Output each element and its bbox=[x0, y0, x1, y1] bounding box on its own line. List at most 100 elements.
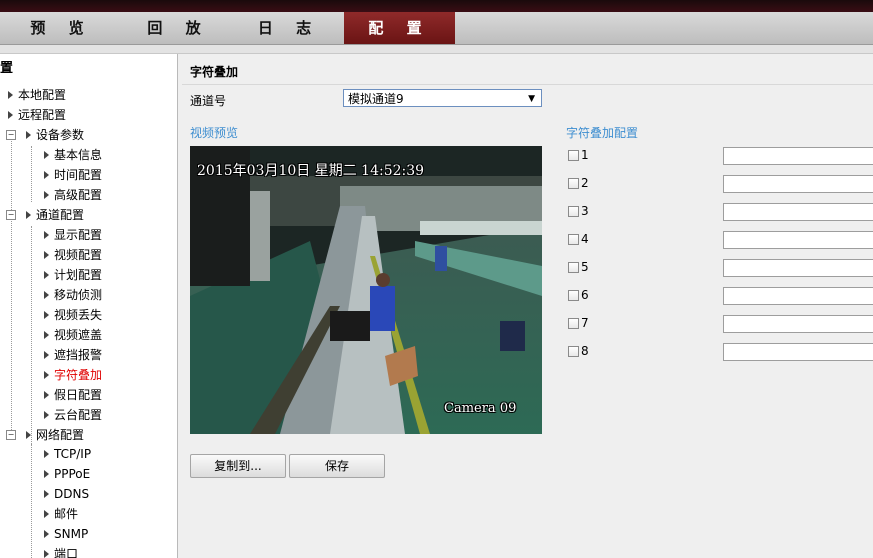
overlay-row-number: 2 bbox=[581, 176, 589, 190]
expand-arrow-icon bbox=[8, 90, 13, 99]
main-nav: 预 览 回 放 日 志 配 置 bbox=[0, 12, 873, 45]
tree-root: 置 bbox=[0, 59, 13, 79]
overlay-text-input[interactable] bbox=[723, 343, 873, 361]
overlay-checkbox[interactable] bbox=[568, 262, 579, 273]
arrow-icon bbox=[44, 330, 49, 339]
arrow-icon bbox=[44, 410, 49, 419]
tree-item-video[interactable]: 视频配置 bbox=[44, 245, 102, 265]
tree-item-email[interactable]: 邮件 bbox=[44, 504, 78, 524]
overlay-text-input[interactable] bbox=[723, 203, 873, 221]
overlay-text-input[interactable] bbox=[723, 259, 873, 277]
tree-item-privacy-mask[interactable]: 视频遮盖 bbox=[44, 325, 102, 345]
channel-select[interactable]: 模拟通道9 ▼ bbox=[343, 89, 542, 107]
tab-log[interactable]: 日 志 bbox=[234, 12, 344, 44]
overlay-row-number: 1 bbox=[581, 148, 589, 162]
tab-preview[interactable]: 预 览 bbox=[0, 12, 123, 44]
preview-label: 视频预览 bbox=[190, 126, 239, 140]
overlay-row-number: 5 bbox=[581, 260, 589, 274]
overlay-checkbox[interactable] bbox=[568, 318, 579, 329]
tree-item-holiday[interactable]: 假日配置 bbox=[44, 385, 102, 405]
expand-arrow-icon bbox=[26, 210, 31, 219]
overlay-checkbox[interactable] bbox=[568, 150, 579, 161]
arrow-icon bbox=[44, 150, 49, 159]
tree-item-schedule[interactable]: 计划配置 bbox=[44, 265, 102, 285]
arrow-icon bbox=[44, 170, 49, 179]
overlay-text-input[interactable] bbox=[723, 231, 873, 249]
tree-item-device[interactable]: 设备参数 bbox=[26, 125, 84, 145]
arrow-icon bbox=[44, 390, 49, 399]
tab-config[interactable]: 配 置 bbox=[344, 12, 455, 44]
tree-item-local[interactable]: 本地配置 bbox=[8, 85, 66, 105]
tree-item-advanced[interactable]: 高级配置 bbox=[44, 185, 102, 205]
overlay-text-input[interactable] bbox=[723, 147, 873, 165]
arrow-icon bbox=[44, 190, 49, 199]
osd-camera-name: Camera 09 bbox=[444, 401, 517, 416]
video-preview: 2015年03月10日 星期二 14:52:39 Camera 09 bbox=[190, 146, 542, 434]
overlay-row-number: 4 bbox=[581, 232, 589, 246]
arrow-icon bbox=[44, 310, 49, 319]
arrow-icon bbox=[44, 230, 49, 239]
channel-select-value: 模拟通道9 bbox=[348, 92, 404, 106]
tree-connector bbox=[31, 146, 32, 202]
overlay-row-number: 6 bbox=[581, 288, 589, 302]
factory-scene-image bbox=[190, 146, 542, 434]
collapse-icon[interactable]: − bbox=[6, 130, 16, 140]
tree-item-tcpip[interactable]: TCP/IP bbox=[44, 444, 91, 464]
arrow-icon bbox=[44, 449, 49, 458]
copy-to-button[interactable]: 复制到... bbox=[190, 454, 286, 478]
collapse-icon[interactable]: − bbox=[6, 430, 16, 440]
save-button[interactable]: 保存 bbox=[289, 454, 385, 478]
tree-item-basic-info[interactable]: 基本信息 bbox=[44, 145, 102, 165]
tree-item-pppoe[interactable]: PPPoE bbox=[44, 464, 90, 484]
config-tree: 置 本地配置 远程配置 − 设备参数 基本信息 时间配置 高级配置 − 通道配置… bbox=[0, 54, 178, 558]
tree-item-channel[interactable]: 通道配置 bbox=[26, 205, 84, 225]
overlay-text-input[interactable] bbox=[723, 175, 873, 193]
page-title: 字符叠加 bbox=[190, 65, 239, 79]
arrow-icon bbox=[44, 529, 49, 538]
arrow-icon bbox=[44, 290, 49, 299]
tree-item-snmp[interactable]: SNMP bbox=[44, 524, 88, 544]
tree-item-port[interactable]: 端口 bbox=[44, 544, 78, 558]
tab-playback[interactable]: 回 放 bbox=[123, 12, 234, 44]
arrow-icon bbox=[44, 489, 49, 498]
overlay-checkbox[interactable] bbox=[568, 206, 579, 217]
tree-item-time[interactable]: 时间配置 bbox=[44, 165, 102, 185]
tree-item-ptz[interactable]: 云台配置 bbox=[44, 405, 102, 425]
arrow-icon bbox=[44, 350, 49, 359]
overlay-text-input[interactable] bbox=[723, 287, 873, 305]
top-banner bbox=[0, 0, 873, 12]
expand-arrow-icon bbox=[26, 430, 31, 439]
tree-item-network[interactable]: 网络配置 bbox=[26, 425, 84, 445]
expand-arrow-icon bbox=[8, 110, 13, 119]
arrow-icon bbox=[44, 509, 49, 518]
overlay-row-number: 3 bbox=[581, 204, 589, 218]
channel-label: 通道号 bbox=[190, 94, 227, 108]
overlay-checkbox[interactable] bbox=[568, 178, 579, 189]
tree-item-video-loss[interactable]: 视频丢失 bbox=[44, 305, 102, 325]
expand-arrow-icon bbox=[26, 130, 31, 139]
arrow-icon bbox=[44, 549, 49, 558]
overlay-checkbox[interactable] bbox=[568, 234, 579, 245]
tree-connector bbox=[31, 444, 32, 558]
arrow-icon bbox=[44, 370, 49, 379]
nav-underline bbox=[0, 45, 873, 54]
tree-item-display[interactable]: 显示配置 bbox=[44, 225, 102, 245]
tree-item-remote[interactable]: 远程配置 bbox=[8, 105, 66, 125]
osd-datetime: 2015年03月10日 星期二 14:52:39 bbox=[197, 163, 425, 179]
overlay-checkbox[interactable] bbox=[568, 290, 579, 301]
tree-item-ddns[interactable]: DDNS bbox=[44, 484, 89, 504]
arrow-icon bbox=[44, 270, 49, 279]
overlay-checkbox[interactable] bbox=[568, 346, 579, 357]
tree-item-tamper[interactable]: 遮挡报警 bbox=[44, 345, 102, 365]
tree-item-osd[interactable]: 字符叠加 bbox=[44, 365, 102, 385]
tree-connector bbox=[11, 134, 12, 434]
tree-root-label: 置 bbox=[0, 61, 14, 76]
tree-item-motion[interactable]: 移动侦测 bbox=[44, 285, 102, 305]
arrow-icon bbox=[44, 469, 49, 478]
collapse-icon[interactable]: − bbox=[6, 210, 16, 220]
title-divider bbox=[182, 84, 873, 85]
overlay-text-input[interactable] bbox=[723, 315, 873, 333]
arrow-icon bbox=[44, 250, 49, 259]
chevron-down-icon: ▼ bbox=[528, 94, 535, 104]
main-panel: 字符叠加 通道号 模拟通道9 ▼ 视频预览 2015年03月10日 星期二 14… bbox=[182, 54, 873, 558]
